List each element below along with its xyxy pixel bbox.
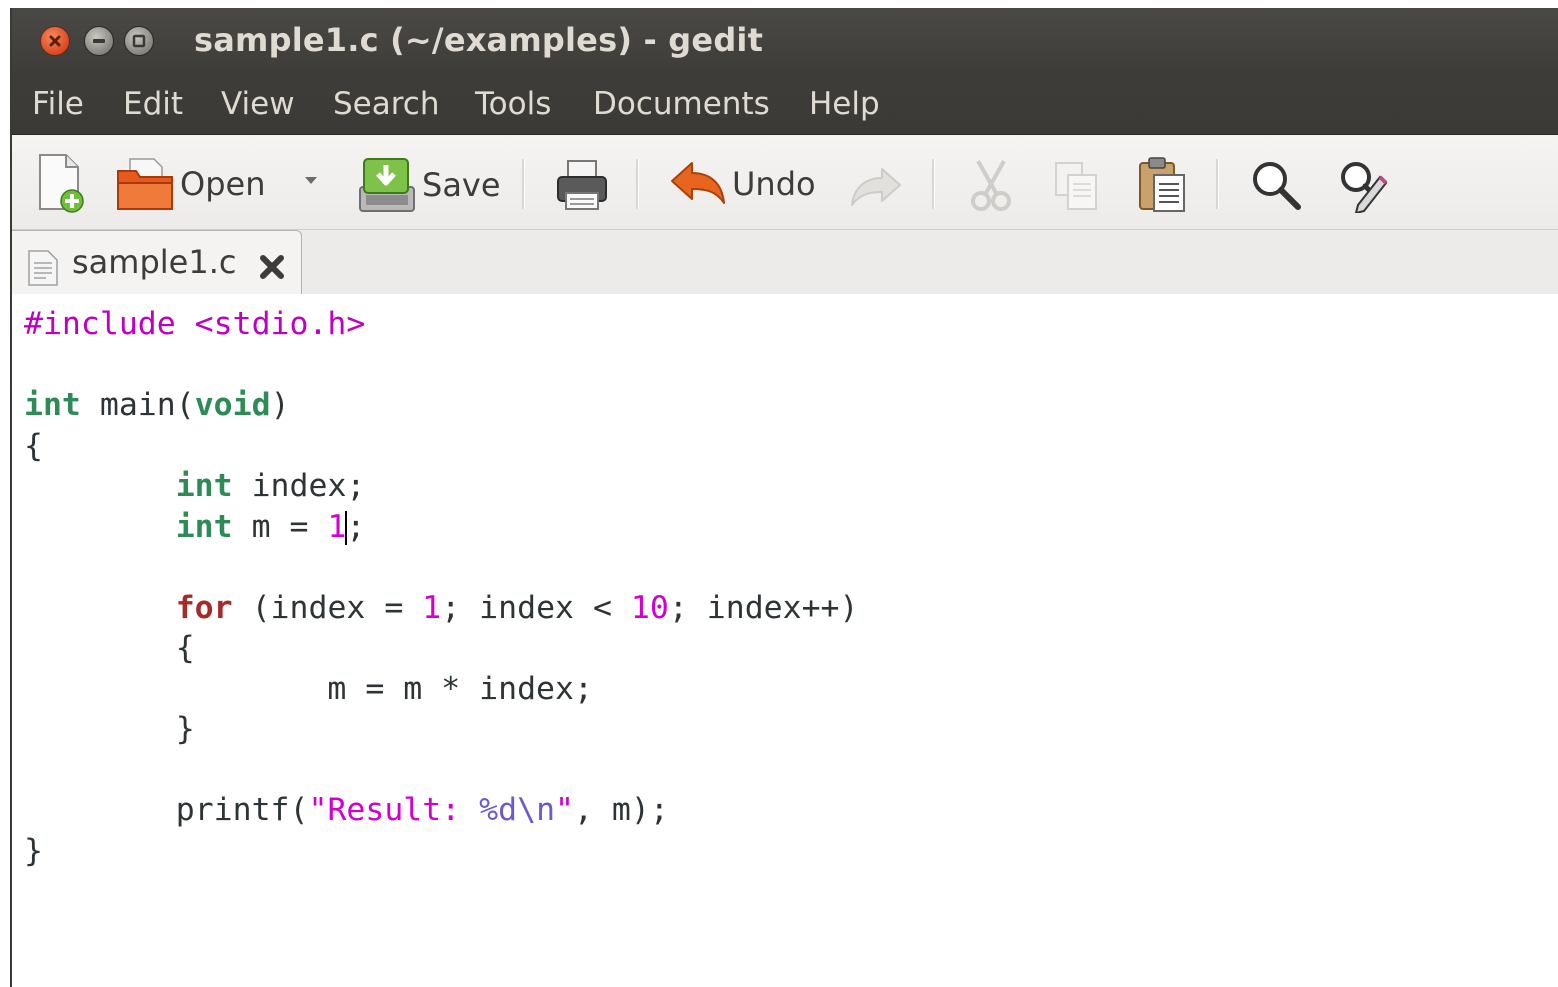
menu-bar: File Edit View Search Tools Documents He… bbox=[12, 76, 1558, 135]
code-token: } bbox=[24, 832, 43, 869]
save-label: Save bbox=[422, 166, 501, 204]
undo-button[interactable]: Undo bbox=[668, 159, 816, 209]
find-replace-icon bbox=[1341, 162, 1388, 213]
code-token: for bbox=[175, 589, 233, 626]
menu-tools[interactable]: Tools bbox=[475, 86, 551, 122]
code-editor[interactable]: #include <stdio.h> int main(void){ int in… bbox=[12, 294, 1558, 987]
code-token: #include <stdio.h> bbox=[24, 306, 366, 342]
code-token: ) bbox=[270, 387, 290, 423]
copy-icon bbox=[1055, 162, 1097, 210]
open-recent-dropdown[interactable] bbox=[302, 171, 320, 189]
code-token: " bbox=[555, 792, 574, 828]
text-file-icon bbox=[28, 250, 58, 286]
code-token: 10 bbox=[630, 589, 669, 626]
tab-sample1-c[interactable]: sample1.c bbox=[12, 230, 302, 295]
code-line: } bbox=[24, 831, 43, 871]
undo-icon bbox=[671, 162, 725, 204]
code-token: 1 bbox=[422, 589, 442, 626]
code-token: void bbox=[194, 387, 271, 423]
document-tabs: sample1.c bbox=[12, 230, 1558, 295]
printer-icon bbox=[557, 160, 607, 210]
code-token: ; bbox=[346, 508, 366, 545]
toolbar: Open Save Undo bbox=[12, 135, 1558, 230]
paste-icon bbox=[1139, 157, 1185, 212]
menu-file[interactable]: File bbox=[32, 86, 84, 122]
menu-help[interactable]: Help bbox=[809, 86, 880, 122]
code-token: { bbox=[24, 630, 195, 666]
toolbar-separator bbox=[636, 159, 639, 209]
redo-icon bbox=[851, 168, 901, 206]
save-icon bbox=[359, 158, 415, 212]
code-line: { bbox=[24, 628, 195, 668]
toolbar-separator bbox=[522, 159, 525, 209]
folder-open-icon bbox=[117, 158, 173, 210]
code-line: { bbox=[24, 426, 43, 466]
code-token: int bbox=[175, 468, 233, 504]
code-line: int main(void) bbox=[24, 385, 290, 425]
code-token: , m); bbox=[574, 792, 669, 828]
paste-button[interactable] bbox=[1136, 155, 1190, 215]
redo-button[interactable] bbox=[848, 165, 904, 209]
code-token: int bbox=[24, 387, 81, 423]
code-token: m = bbox=[232, 508, 328, 545]
code-line: #include <stdio.h> bbox=[24, 304, 365, 344]
menu-documents[interactable]: Documents bbox=[593, 86, 770, 122]
code-token: index; bbox=[232, 468, 366, 504]
code-token: printf( bbox=[24, 792, 309, 828]
scissors-icon bbox=[971, 160, 1011, 211]
code-token: int bbox=[175, 508, 233, 545]
open-button[interactable]: Open bbox=[114, 155, 265, 213]
minimize-window-button[interactable] bbox=[84, 26, 114, 56]
maximize-window-button[interactable] bbox=[124, 26, 154, 56]
code-line: } bbox=[24, 709, 195, 749]
close-icon bbox=[49, 35, 61, 47]
code-line: int m = 1; bbox=[24, 507, 365, 547]
code-token: m = m * index; bbox=[24, 670, 593, 707]
new-document-button[interactable] bbox=[34, 151, 88, 215]
code-token: { bbox=[24, 427, 43, 464]
code-token: main( bbox=[80, 387, 195, 423]
close-tab-icon[interactable] bbox=[256, 251, 288, 283]
gedit-window: sample1.c (~/examples) - gedit File Edit… bbox=[10, 8, 1558, 987]
find-button[interactable] bbox=[1248, 157, 1304, 213]
code-token: %d\n bbox=[479, 792, 556, 828]
print-button[interactable] bbox=[554, 157, 610, 213]
minimize-icon bbox=[93, 39, 105, 43]
undo-label: Undo bbox=[732, 165, 816, 203]
code-line: printf("Result: %d\n", m); bbox=[24, 790, 669, 830]
code-line: int index; bbox=[24, 466, 366, 506]
tab-label: sample1.c bbox=[72, 243, 237, 281]
window-title: sample1.c (~/examples) - gedit bbox=[194, 21, 764, 59]
find-replace-button[interactable] bbox=[1336, 157, 1392, 213]
code-token: 1 bbox=[327, 508, 347, 545]
toolbar-separator bbox=[932, 159, 935, 209]
cut-button[interactable] bbox=[966, 157, 1016, 213]
code-token: (index = bbox=[232, 589, 423, 626]
code-token: "Result: bbox=[308, 792, 480, 828]
code-token: } bbox=[24, 711, 195, 747]
new-document-icon bbox=[39, 154, 84, 213]
open-label: Open bbox=[180, 165, 266, 203]
maximize-icon bbox=[132, 34, 146, 48]
chevron-down-icon bbox=[305, 177, 317, 184]
code-token: ; index++) bbox=[668, 589, 859, 626]
save-button[interactable]: Save bbox=[356, 155, 501, 215]
menu-search[interactable]: Search bbox=[333, 86, 440, 122]
code-line: for (index = 1; index < 10; index++) bbox=[24, 588, 859, 628]
code-line: m = m * index; bbox=[24, 669, 593, 709]
title-bar: sample1.c (~/examples) - gedit bbox=[12, 8, 1558, 76]
menu-edit[interactable]: Edit bbox=[123, 86, 183, 122]
code-token: ; index < bbox=[441, 589, 631, 626]
menu-view[interactable]: View bbox=[221, 86, 295, 122]
close-window-button[interactable] bbox=[40, 26, 70, 56]
search-icon bbox=[1253, 162, 1301, 210]
copy-button[interactable] bbox=[1052, 159, 1102, 213]
toolbar-separator bbox=[1216, 159, 1219, 209]
